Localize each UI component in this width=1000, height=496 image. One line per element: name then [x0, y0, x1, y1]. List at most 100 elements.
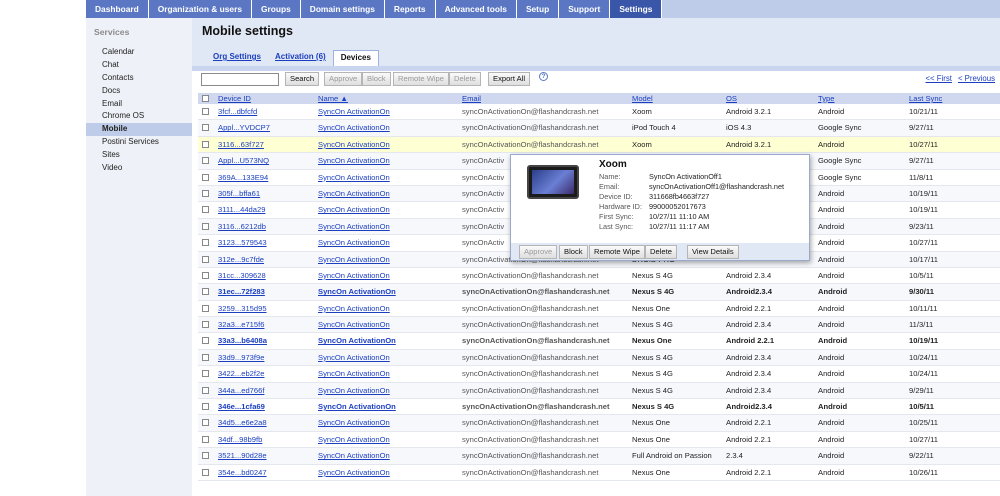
header-device-id[interactable]: Device ID [218, 93, 310, 104]
sidebar-item-contacts[interactable]: Contacts [86, 72, 192, 85]
device-name-link[interactable]: SyncOn ActivationOn [318, 465, 458, 481]
row-checkbox[interactable] [202, 239, 209, 247]
sidebar-item-postini-services[interactable]: Postini Services [86, 136, 192, 149]
popup-block-button[interactable]: Block [559, 245, 588, 259]
header-type[interactable]: Type [818, 93, 908, 104]
device-name-link[interactable]: SyncOn ActivationOn [318, 350, 458, 366]
table-row[interactable]: 346e...1cfa69 SyncOn ActivationOn syncOnAc… [198, 399, 1000, 416]
device-name-link[interactable]: SyncOn ActivationOn [318, 186, 458, 202]
popup-view-details-button[interactable]: View Details [687, 245, 739, 259]
sidebar-item-chat[interactable]: Chat [86, 59, 192, 72]
device-id-link[interactable]: 354e...bd0247 [218, 465, 310, 481]
table-row[interactable]: 3422...eb2f2e SyncOn ActivationOn syncOnAc… [198, 366, 1000, 383]
table-row[interactable]: 3259...315d95 SyncOn ActivationOn syncOnAc… [198, 301, 1000, 318]
approve-button[interactable]: Approve [324, 72, 363, 86]
device-id-link[interactable]: 369A...133E94 [218, 170, 310, 186]
device-name-link[interactable]: SyncOn ActivationOn [318, 333, 458, 349]
device-id-link[interactable]: 34df...98b9fb [218, 432, 310, 448]
device-name-link[interactable]: SyncOn ActivationOn [318, 170, 458, 186]
device-id-link[interactable]: 32a3...e715f6 [218, 317, 310, 333]
device-name-link[interactable]: SyncOn ActivationOn [318, 202, 458, 218]
sidebar-item-mobile[interactable]: Mobile [86, 123, 192, 137]
sidebar-item-video[interactable]: Video [86, 162, 192, 175]
nav-tab-groups[interactable]: Groups [251, 0, 301, 18]
search-input[interactable] [201, 73, 279, 86]
tab-activation[interactable]: Activation (6) [268, 50, 333, 66]
device-name-link[interactable]: SyncOn ActivationOn [318, 366, 458, 382]
row-checkbox[interactable] [202, 173, 209, 181]
row-checkbox[interactable] [202, 321, 209, 329]
device-name-link[interactable]: SyncOn ActivationOn [318, 104, 458, 120]
device-name-link[interactable]: SyncOn ActivationOn [318, 252, 458, 268]
device-id-link[interactable]: 3116...63f727 [218, 137, 310, 153]
nav-tab-support[interactable]: Support [559, 0, 611, 18]
remote-wipe-button[interactable]: Remote Wipe [393, 72, 450, 86]
device-id-link[interactable]: 3fcf...dbfcfd [218, 104, 310, 120]
row-checkbox[interactable] [202, 304, 209, 312]
header-name[interactable]: Name ▲ [318, 93, 458, 104]
row-checkbox[interactable] [202, 403, 209, 411]
table-row[interactable]: 33d9...973f9e SyncOn ActivationOn syncOnAc… [198, 349, 1000, 367]
nav-tab-advanced-tools[interactable]: Advanced tools [435, 0, 517, 18]
device-name-link[interactable]: SyncOn ActivationOn [318, 448, 458, 464]
row-checkbox[interactable] [202, 370, 209, 378]
device-id-link[interactable]: 3521...90d28e [218, 448, 310, 464]
row-checkbox[interactable] [202, 140, 209, 148]
sidebar-item-email[interactable]: Email [86, 98, 192, 111]
nav-tab-reports[interactable]: Reports [384, 0, 436, 18]
help-icon[interactable]: ? [539, 72, 548, 81]
select-all-checkbox[interactable] [202, 95, 209, 102]
table-row[interactable]: 3fcf...dbfcfd SyncOn ActivationOn syncOnAc… [198, 104, 1000, 121]
row-checkbox[interactable] [202, 222, 209, 230]
row-checkbox[interactable] [202, 206, 209, 214]
row-checkbox[interactable] [202, 419, 209, 427]
export-all-button[interactable]: Export All [488, 72, 531, 86]
device-name-link[interactable]: SyncOn ActivationOn [318, 268, 458, 284]
sidebar-item-docs[interactable]: Docs [86, 85, 192, 98]
device-id-link[interactable]: 3111...44da29 [218, 202, 310, 218]
nav-tab-organization-users[interactable]: Organization & users [148, 0, 252, 18]
first-page-link[interactable]: << First [926, 74, 952, 83]
sidebar-item-chrome-os[interactable]: Chrome OS [86, 110, 192, 123]
device-id-link[interactable]: 312e...9c7fde [218, 252, 310, 268]
popup-approve-button[interactable]: Approve [519, 245, 558, 259]
device-name-link[interactable]: SyncOn ActivationOn [318, 301, 458, 317]
tab-devices[interactable]: Devices [332, 50, 379, 66]
table-row[interactable]: 354e...bd0247 SyncOn ActivationOn syncOnAc… [198, 465, 1000, 481]
nav-tab-domain-settings[interactable]: Domain settings [300, 0, 385, 18]
tab-org-settings[interactable]: Org Settings [206, 50, 268, 66]
row-checkbox[interactable] [202, 288, 209, 296]
device-name-link[interactable]: SyncOn ActivationOn [318, 432, 458, 448]
row-checkbox[interactable] [202, 386, 209, 394]
device-name-link[interactable]: SyncOn ActivationOn [318, 120, 458, 136]
row-checkbox[interactable] [202, 353, 209, 361]
table-row[interactable]: 344a...ed766f SyncOn ActivationOn syncOnAc… [198, 382, 1000, 400]
table-row[interactable]: 33a3...b6408a SyncOn ActivationOn syncOnAc… [198, 333, 1000, 350]
device-name-link[interactable]: SyncOn ActivationOn [318, 317, 458, 333]
table-row[interactable]: 34d5...e6e2a8 SyncOn ActivationOn syncOnAc… [198, 415, 1000, 432]
device-id-link[interactable]: 34d5...e6e2a8 [218, 415, 310, 431]
table-row[interactable]: 3521...90d28e SyncOn ActivationOn syncOnAc… [198, 448, 1000, 465]
table-row[interactable]: 34df...98b9fb SyncOn ActivationOn syncOnAc… [198, 432, 1000, 449]
popup-delete-button[interactable]: Delete [645, 245, 677, 259]
nav-tab-settings[interactable]: Settings [610, 0, 663, 18]
row-checkbox[interactable] [202, 189, 209, 197]
table-row[interactable]: 31ec...72f283 SyncOn ActivationOn syncOnAc… [198, 284, 1000, 301]
device-name-link[interactable]: SyncOn ActivationOn [318, 137, 458, 153]
block-button[interactable]: Block [362, 72, 391, 86]
device-name-link[interactable]: SyncOn ActivationOn [318, 383, 458, 399]
row-checkbox[interactable] [202, 271, 209, 279]
row-checkbox[interactable] [202, 157, 209, 165]
device-id-link[interactable]: 346e...1cfa69 [218, 399, 310, 415]
device-id-link[interactable]: 305f...bffa61 [218, 186, 310, 202]
device-id-link[interactable]: 3116...6212db [218, 219, 310, 235]
device-id-link[interactable]: 33a3...b6408a [218, 333, 310, 349]
nav-tab-setup[interactable]: Setup [516, 0, 560, 18]
device-name-link[interactable]: SyncOn ActivationOn [318, 399, 458, 415]
previous-page-link[interactable]: < Previous [958, 74, 995, 83]
row-checkbox[interactable] [202, 452, 209, 460]
header-email[interactable]: Email [462, 93, 628, 104]
device-name-link[interactable]: SyncOn ActivationOn [318, 415, 458, 431]
row-checkbox[interactable] [202, 435, 209, 443]
table-row[interactable]: 31cc...309628 SyncOn ActivationOn syncOnAc… [198, 268, 1000, 285]
